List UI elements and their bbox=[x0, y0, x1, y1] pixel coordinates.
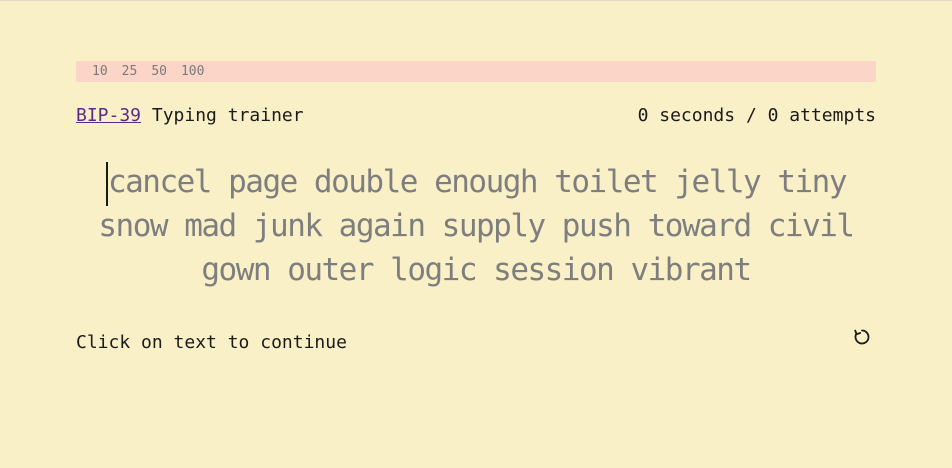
typing-line: gown outer logic session vibrant bbox=[201, 252, 752, 288]
bip39-link[interactable]: BIP-39 bbox=[76, 105, 141, 126]
title-text: Typing trainer bbox=[141, 104, 304, 126]
typing-text-area[interactable]: cancel page double enough toilet jelly t… bbox=[76, 160, 876, 292]
word-count-10[interactable]: 10 bbox=[92, 64, 108, 79]
typing-line-1: cancel page double enough toilet jelly t… bbox=[107, 164, 848, 200]
header: BIP-39 Typing trainer 0 seconds / 0 atte… bbox=[76, 102, 876, 128]
page-title: BIP-39 Typing trainer bbox=[76, 105, 304, 126]
word-count-100[interactable]: 100 bbox=[181, 64, 204, 79]
status-message: Click on text to continue bbox=[76, 331, 347, 353]
text-caret bbox=[105, 162, 108, 206]
stats-readout: 0 seconds / 0 attempts bbox=[637, 104, 876, 126]
restart-icon[interactable] bbox=[848, 325, 876, 349]
typing-line: cancel page double enough toilet jelly t… bbox=[76, 160, 876, 206]
word-count-selector: 10 25 50 100 bbox=[76, 61, 876, 82]
restart-icon-glyph bbox=[854, 329, 870, 345]
footer: Click on text to continue bbox=[76, 328, 876, 356]
typing-line: snow mad junk again supply push toward c… bbox=[98, 208, 855, 244]
word-count-50[interactable]: 50 bbox=[151, 64, 167, 79]
top-border bbox=[0, 0, 952, 1]
word-count-25[interactable]: 25 bbox=[122, 64, 138, 79]
